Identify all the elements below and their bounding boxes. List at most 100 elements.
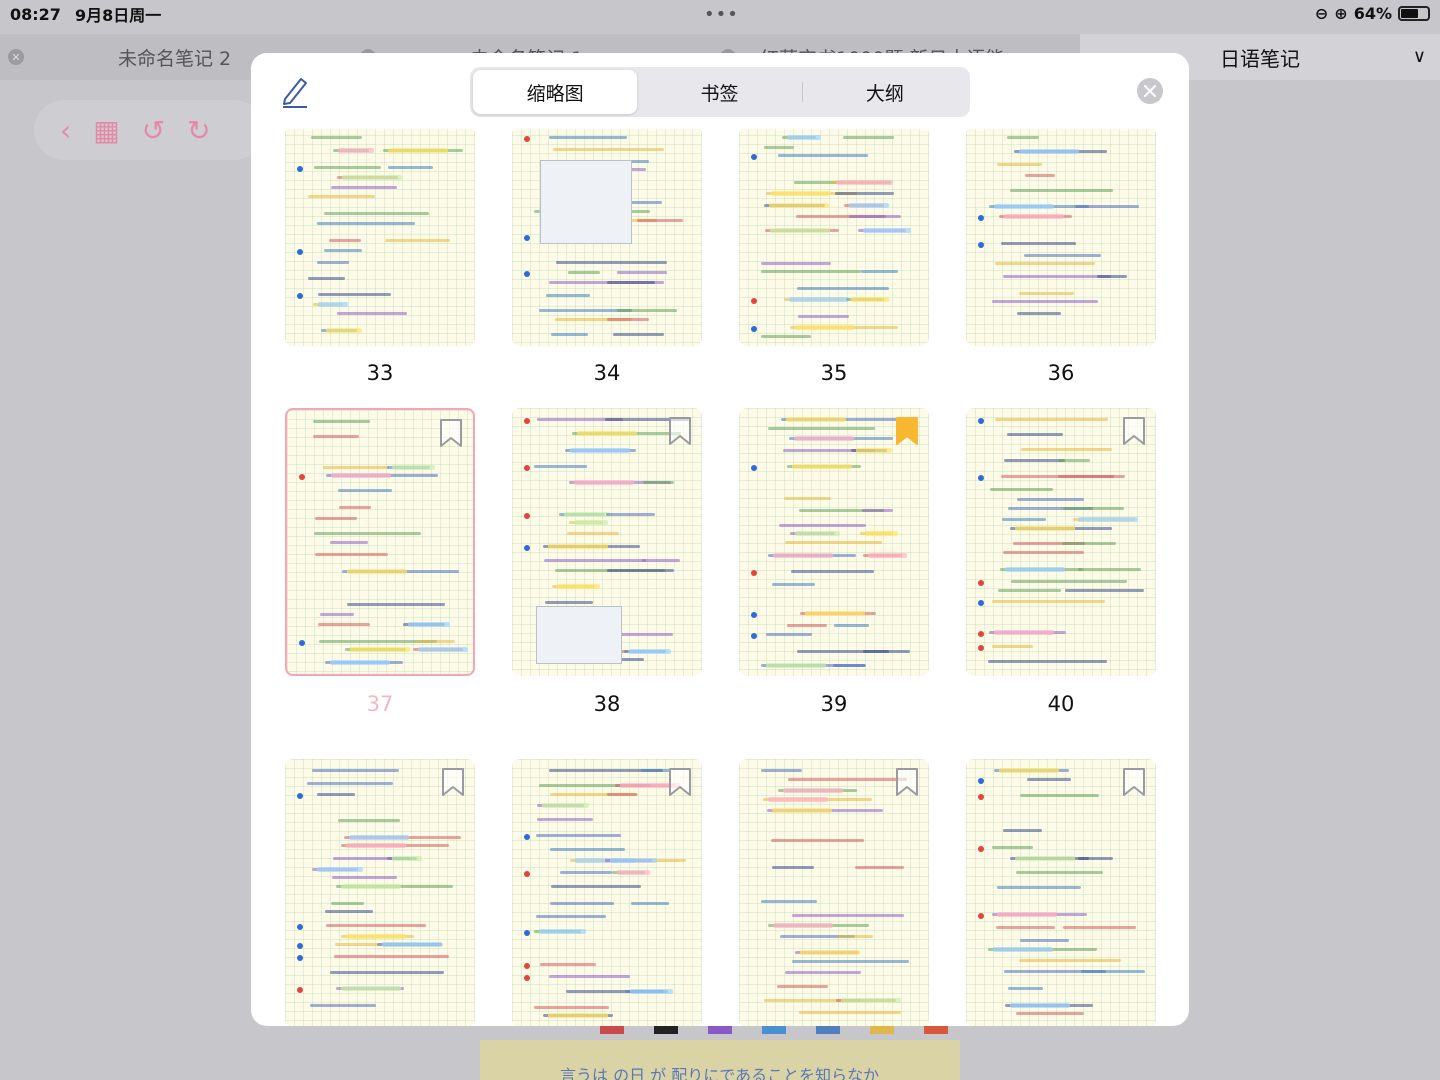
color-swatch[interactable] [708,1026,732,1034]
highlight-mark [795,531,840,536]
bullet-mark [524,513,530,519]
page-preview[interactable] [966,408,1156,676]
status-bar: 08:27 9月8日周一 ••• ⊖ ⊕ 64% [0,0,1440,28]
handwriting-line [315,553,388,556]
page-thumbnail-37[interactable]: 37 [285,408,475,728]
tab-thumbnails[interactable]: 缩略图 [473,70,638,114]
handwriting-line [838,935,873,938]
handwriting-line [833,664,865,667]
page-preview[interactable] [285,759,475,1026]
bookmark-icon[interactable] [895,416,919,446]
tab-outline[interactable]: 大纲 [803,70,967,114]
page-preview[interactable] [966,129,1156,346]
page-preview[interactable] [512,408,702,676]
multitask-dots-icon[interactable]: ••• [704,4,739,25]
page-overview-modal: 缩略图 书签 大纲 33 34 35 36 37 38 39 40 [251,53,1189,1026]
back-icon[interactable]: ‹ [60,114,71,147]
handwriting-line [992,300,1098,303]
highlight-mark [783,788,843,793]
page-preview[interactable] [739,408,929,676]
color-swatch[interactable] [924,1026,948,1034]
handwriting-line [788,778,907,781]
page-thumbnail-36[interactable]: 36 [966,129,1156,446]
color-swatch[interactable] [870,1026,894,1034]
bullet-mark [751,154,757,160]
color-swatch[interactable] [816,1026,840,1034]
bookmark-icon[interactable] [668,767,692,797]
highlight-mark [326,328,362,333]
page-thumbnail-43[interactable] [739,759,929,1026]
handwriting-line [607,569,674,572]
close-icon[interactable] [1137,78,1163,104]
page-thumbnail-42[interactable] [512,759,702,1026]
handwriting-line [785,541,882,544]
page-preview[interactable] [512,759,702,1026]
handwriting-line [317,793,355,796]
bookmark-icon[interactable] [895,767,919,797]
bullet-mark [524,418,530,424]
battery-percent: 64% [1353,4,1392,23]
bullet-mark [524,871,530,877]
chevron-down-icon[interactable]: ∨ [1413,46,1426,67]
page-preview[interactable] [966,759,1156,1026]
page-thumbnail-35[interactable]: 35 [739,129,929,446]
page-preview[interactable] [739,129,929,346]
highlight-mark [347,569,407,574]
page-thumbnail-40[interactable]: 40 [966,408,1156,728]
undo-icon[interactable]: ↺ [142,114,165,147]
handwriting-line [331,902,364,905]
tab-bookmarks[interactable]: 书签 [637,70,801,114]
highlight-mark [341,884,401,889]
bookmark-icon[interactable] [1122,767,1146,797]
bullet-mark [978,242,984,248]
highlight-mark [769,203,829,208]
handwriting-line [641,769,671,772]
highlight-mark [548,1013,608,1018]
bookmark-icon[interactable] [441,767,465,797]
handwriting-line [862,509,893,512]
bookmark-icon[interactable] [439,418,463,448]
page-thumbnail-38[interactable]: 38 [512,408,702,728]
handwriting-line [1004,459,1065,462]
page-preview[interactable] [285,129,475,346]
handwriting-line [567,532,619,535]
pencil-icon[interactable] [279,73,311,109]
close-tab-icon[interactable]: ✕ [8,49,24,65]
tab-thumbnails-label: 缩略图 [526,82,584,105]
page-preview[interactable] [739,759,929,1026]
page-thumbnail-44[interactable] [966,759,1156,1026]
handwriting-line [998,589,1061,592]
handwriting-line [534,1006,609,1009]
color-swatch[interactable] [600,1026,624,1034]
highlight-mark [773,553,833,558]
page-thumbnail-34[interactable]: 34 [512,129,702,446]
page-thumbnail-41[interactable] [285,759,475,1026]
handwriting-line [606,513,655,516]
bullet-mark [299,474,305,480]
grid-icon[interactable]: ▦ [93,114,119,147]
page-thumbnail-33[interactable]: 33 [285,129,475,446]
bullet-mark [751,612,757,618]
page-preview[interactable] [512,129,702,346]
handwriting-line [761,262,831,265]
page-number-label: 35 [820,361,848,385]
bookmark-icon[interactable] [668,416,692,446]
tab-untitled-2[interactable]: ✕ 未命名笔记 2 [8,34,231,80]
page-preview[interactable] [285,408,475,676]
highlight-mark [349,835,409,840]
redo-icon[interactable]: ↻ [187,114,210,147]
handwriting-line [545,601,593,604]
highlight-mark [539,929,586,934]
page-thumbnail-39[interactable]: 39 [739,408,929,728]
handwriting-line [863,650,910,653]
bullet-mark [751,633,757,639]
bookmark-icon[interactable] [1122,416,1146,446]
highlight-mark [1010,1003,1070,1008]
color-swatch[interactable] [654,1026,678,1034]
highlight-mark [772,808,832,813]
bullet-mark [524,545,530,551]
handwriting-line [310,1004,376,1007]
color-swatch[interactable] [762,1026,786,1034]
highlight-mark [382,942,442,947]
handwriting-line [313,420,370,423]
